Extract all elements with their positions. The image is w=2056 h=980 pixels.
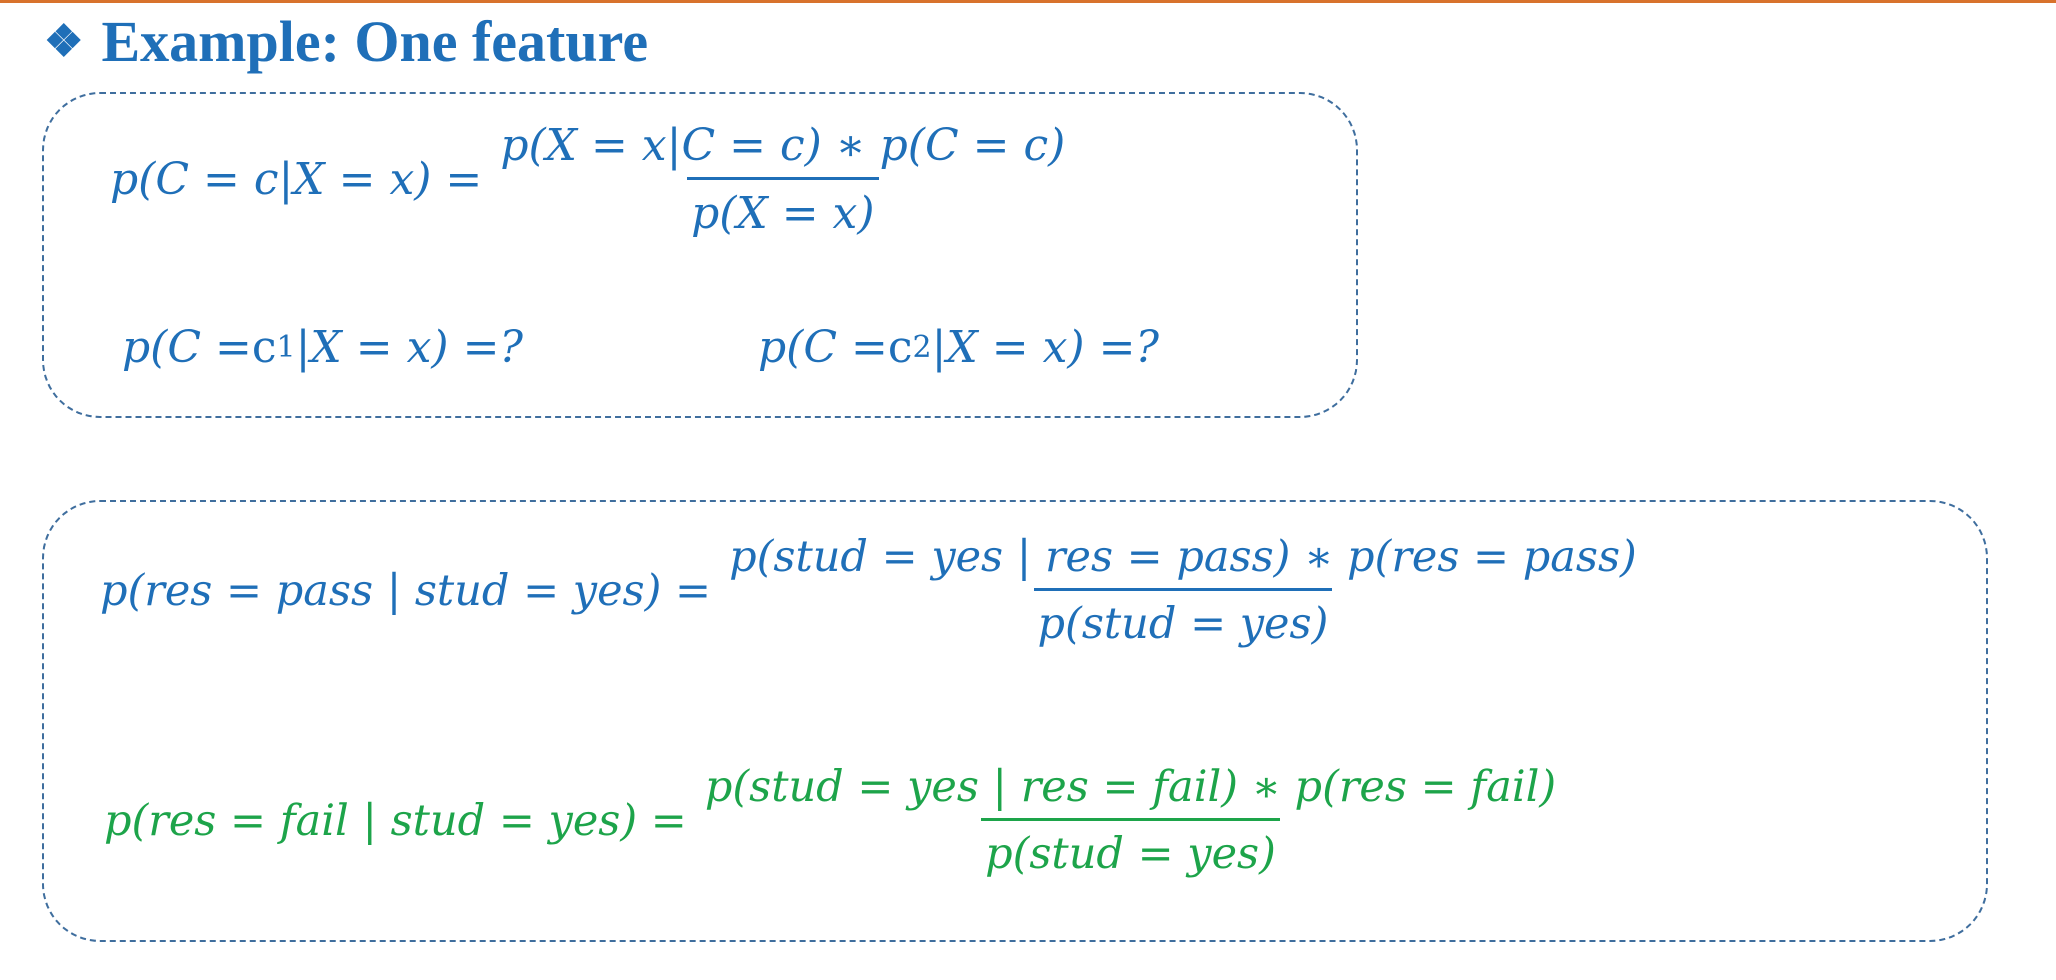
bayes-fraction: p(X = x|C = c) ∗ p(C = c) p(X = x) [496,120,1069,239]
question-1-prefix: p(C = [122,322,252,373]
top-rule [0,0,2056,3]
fail-numerator: p(stud = yes | res = fail) ∗ p(res = fai… [704,762,1557,812]
question-2-suffix: |X = x) =? [931,322,1160,373]
pass-formula: p(res = pass | stud = yes) = p(stud = ye… [100,532,1641,649]
fail-formula: p(res = fail | stud = yes) = p(stud = ye… [104,762,1560,879]
bayes-lhs: p(C = c|X = x) = [110,154,483,205]
question-1-c: c [251,322,277,373]
slide-title: Example: One feature [101,9,649,74]
question-2-c: c [887,322,913,373]
slide-heading: ❖ Example: One feature [44,8,648,75]
question-class-2: p(C = c 2 |X = x) =? [758,322,1159,373]
pass-fraction: p(stud = yes | res = pass) ∗ p(res = pas… [725,532,1641,649]
fail-fraction: p(stud = yes | res = fail) ∗ p(res = fai… [701,762,1560,879]
question-1-suffix: |X = x) =? [295,322,524,373]
pass-denominator: p(stud = yes) [1033,588,1333,649]
pass-lhs: p(res = pass | stud = yes) = [100,565,712,616]
question-2-subscript: 2 [912,330,932,365]
bayes-denominator: p(X = x) [687,177,879,239]
bayes-numerator: p(X = x|C = c) ∗ p(C = c) [500,120,1066,171]
pass-numerator: p(stud = yes | res = pass) ∗ p(res = pas… [729,532,1637,582]
fail-denominator: p(stud = yes) [981,818,1280,879]
question-1-subscript: 1 [276,330,296,365]
fail-lhs: p(res = fail | stud = yes) = [104,795,687,846]
diamond-bullet-icon: ❖ [44,16,84,66]
question-2-prefix: p(C = [758,322,888,373]
question-class-1: p(C = c 1 |X = x) =? [122,322,523,373]
bayes-formula: p(C = c|X = x) = p(X = x|C = c) ∗ p(C = … [110,120,1069,239]
